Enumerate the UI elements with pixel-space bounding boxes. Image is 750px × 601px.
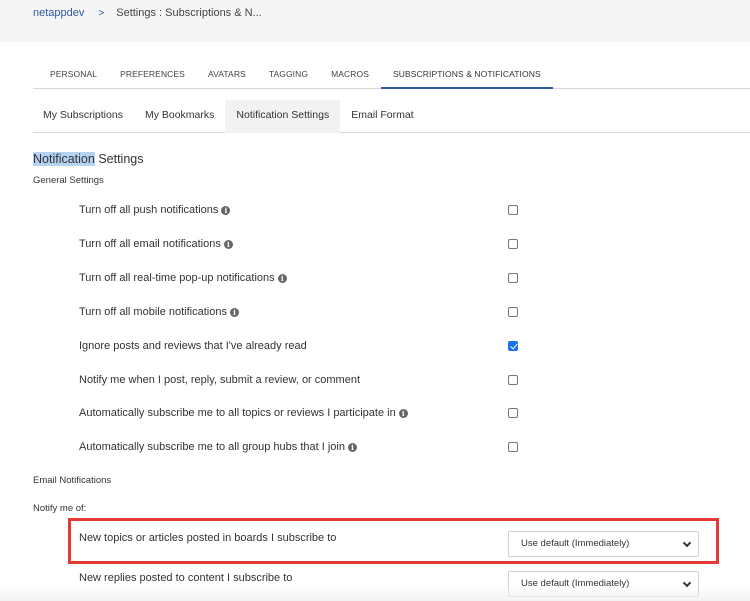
setting-label: Turn off all email notifications i	[79, 238, 233, 250]
setting-label: Ignore posts and reviews that I've alrea…	[79, 340, 307, 352]
new-replies-frequency-select[interactable]: Use default (Immediately)	[508, 571, 699, 597]
email-row-new-replies: New replies posted to content I subscrib…	[79, 571, 699, 597]
setting-row-auto-subscribe-hubs: Automatically subscribe me to all group …	[79, 441, 539, 457]
setting-row-email: Turn off all email notifications i	[79, 238, 539, 254]
new-topics-frequency-select[interactable]: Use default (Immediately)	[508, 531, 699, 557]
setting-label: Turn off all real-time pop-up notificati…	[79, 272, 287, 284]
breadcrumb-current: Settings : Subscriptions & N...	[116, 7, 262, 19]
setting-row-notify-own: Notify me when I post, reply, submit a r…	[79, 374, 539, 390]
subtab-my-subscriptions[interactable]: My Subscriptions	[33, 100, 134, 133]
info-icon[interactable]: i	[221, 206, 231, 215]
tab-macros[interactable]: MACROS	[331, 62, 369, 89]
setting-label-text: Automatically subscribe me to all group …	[79, 441, 345, 453]
setting-label: Notify me when I post, reply, submit a r…	[79, 374, 360, 386]
setting-label-text: Turn off all push notifications	[79, 204, 219, 216]
checkbox-email-notifications[interactable]	[508, 239, 518, 249]
setting-row-ignore-read: Ignore posts and reviews that I've alrea…	[79, 340, 539, 356]
setting-label: Automatically subscribe me to all group …	[79, 441, 357, 453]
checkbox-notify-own-posts[interactable]	[508, 375, 518, 385]
select-value: Use default (Immediately)	[521, 538, 630, 549]
page-title: Notification Settings	[33, 152, 143, 166]
chevron-down-icon	[682, 538, 692, 548]
setting-label-text: Ignore posts and reviews that I've alrea…	[79, 340, 307, 352]
breadcrumb-root-link[interactable]: netappdev	[33, 7, 84, 19]
tab-subscriptions-notifications[interactable]: SUBSCRIPTIONS & NOTIFICATIONS	[381, 62, 553, 89]
info-icon[interactable]: i	[229, 308, 239, 317]
tab-avatars[interactable]: AVATARS	[208, 62, 246, 89]
info-icon[interactable]: i	[223, 240, 233, 249]
info-icon[interactable]: i	[277, 274, 287, 283]
setting-row-push: Turn off all push notifications i	[79, 204, 539, 220]
setting-label-text: Notify me when I post, reply, submit a r…	[79, 374, 361, 386]
email-setting-label: New topics or articles posted in boards …	[79, 532, 337, 544]
notify-me-of-label: Notify me of:	[33, 503, 87, 514]
email-setting-label: New replies posted to content I subscrib…	[79, 572, 293, 584]
subtab-my-bookmarks[interactable]: My Bookmarks	[134, 100, 225, 133]
tab-personal[interactable]: PERSONAL	[50, 62, 97, 89]
setting-label-text: Automatically subscribe me to all topics…	[79, 407, 396, 419]
tab-preferences[interactable]: PREFERENCES	[120, 62, 185, 89]
title-rest-text: Settings	[94, 152, 144, 166]
setting-label: Automatically subscribe me to all topics…	[79, 407, 408, 419]
setting-label-text: Turn off all mobile notifications	[79, 306, 227, 318]
checkbox-auto-subscribe-topics[interactable]	[508, 408, 518, 418]
info-icon[interactable]: i	[398, 409, 408, 418]
general-settings-label: General Settings	[33, 175, 104, 186]
tab-tagging[interactable]: TAGGING	[269, 62, 308, 89]
checkbox-ignore-read[interactable]	[508, 341, 518, 351]
setting-label: Turn off all mobile notifications i	[79, 306, 239, 318]
email-row-new-topics: New topics or articles posted in boards …	[79, 531, 699, 557]
setting-label-text: Turn off all email notifications	[79, 238, 221, 250]
setting-label: Turn off all push notifications i	[79, 204, 231, 216]
header-bar: netappdev > Settings : Subscriptions & N…	[0, 0, 750, 42]
setting-label-text: Turn off all real-time pop-up notificati…	[79, 272, 275, 284]
breadcrumb: netappdev > Settings : Subscriptions & N…	[33, 7, 262, 19]
chevron-down-icon	[682, 578, 692, 588]
main-tabs: PERSONAL PREFERENCES AVATARS TAGGING MAC…	[33, 62, 750, 89]
setting-row-popup: Turn off all real-time pop-up notificati…	[79, 272, 539, 288]
select-value: Use default (Immediately)	[521, 578, 630, 589]
subtab-notification-settings[interactable]: Notification Settings	[225, 100, 341, 133]
info-icon[interactable]: i	[347, 443, 357, 452]
subtab-email-format[interactable]: Email Format	[340, 100, 424, 133]
checkbox-mobile-notifications[interactable]	[508, 307, 518, 317]
setting-row-mobile: Turn off all mobile notifications i	[79, 306, 539, 322]
setting-row-auto-subscribe-topics: Automatically subscribe me to all topics…	[79, 407, 539, 423]
email-notifications-label: Email Notifications	[33, 475, 112, 486]
sub-tabs: My Subscriptions My Bookmarks Notificati…	[33, 100, 750, 133]
checkbox-push-notifications[interactable]	[508, 205, 518, 215]
checkbox-auto-subscribe-hubs[interactable]	[508, 442, 518, 452]
title-highlighted-text: Notification	[33, 152, 95, 166]
checkbox-popup-notifications[interactable]	[508, 273, 518, 283]
breadcrumb-separator-icon: >	[98, 7, 105, 19]
